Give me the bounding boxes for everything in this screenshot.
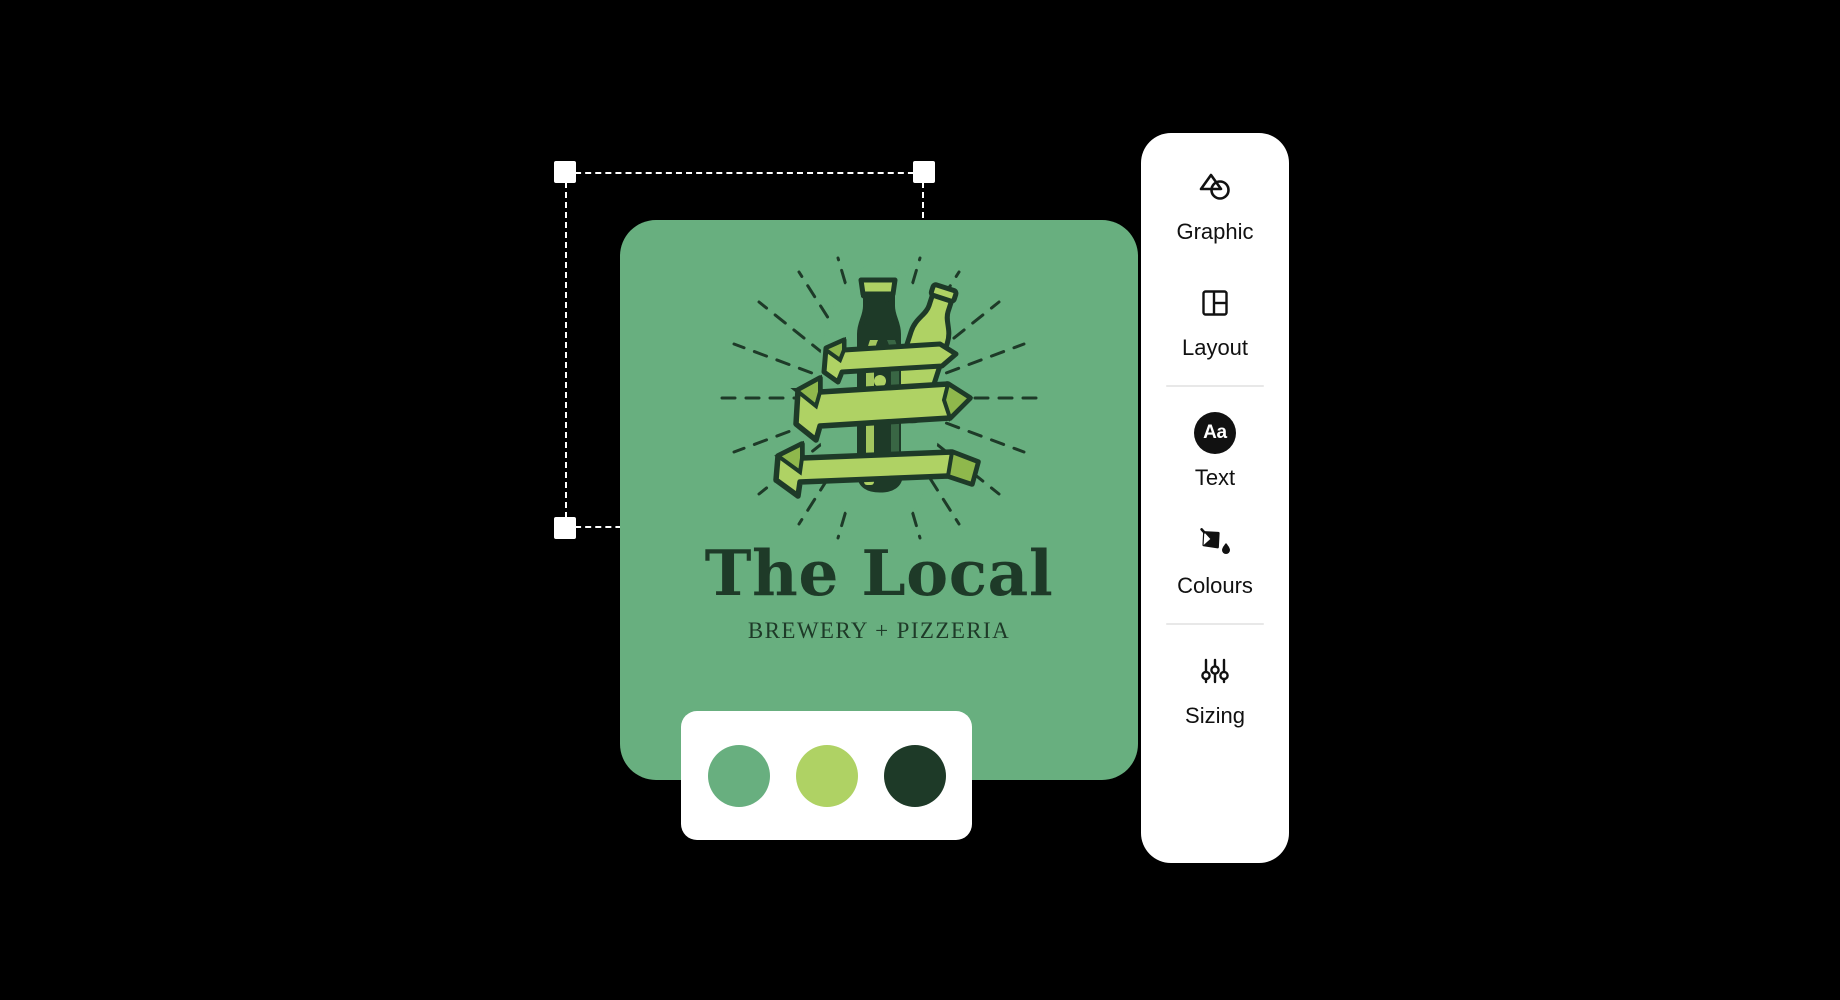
logo-subtitle: BREWERY + PIZZERIA [747, 618, 1011, 643]
text-aa-badge-label: Aa [1194, 412, 1236, 454]
tool-panel: Graphic Layout Aa Text Colours Sizing [1141, 133, 1289, 863]
text-aa-icon: Aa [1194, 412, 1236, 454]
tool-label-colours: Colours [1177, 573, 1253, 598]
logo-title: The Local [704, 536, 1054, 610]
swatch-green[interactable] [707, 744, 770, 807]
sliders-icon [1200, 651, 1230, 691]
logo-lockup: The Local BREWERY + PIZZERIA [620, 248, 1138, 642]
canvas: The Local BREWERY + PIZZERIA Graphic Lay… [0, 0, 1840, 1000]
selection-edge-top [565, 172, 924, 174]
logo-artboard[interactable]: The Local BREWERY + PIZZERIA [620, 220, 1138, 780]
resize-handle-top-left[interactable] [554, 161, 576, 183]
colour-swatch-panel[interactable] [681, 711, 972, 840]
layout-grid-icon [1201, 283, 1229, 323]
resize-handle-bottom-left[interactable] [554, 517, 576, 539]
tool-item-colours[interactable]: Colours [1141, 521, 1289, 597]
tool-item-text[interactable]: Aa Text [1141, 412, 1289, 490]
tool-panel-divider-2 [1166, 623, 1264, 625]
tool-panel-divider-1 [1166, 385, 1264, 387]
tool-label-layout: Layout [1181, 335, 1249, 360]
resize-handle-top-right[interactable] [913, 161, 935, 183]
paint-bucket-icon [1199, 521, 1231, 561]
tool-item-layout[interactable]: Layout [1141, 283, 1289, 359]
swatch-dark-green[interactable] [883, 744, 946, 807]
tool-label-sizing: Sizing [1185, 703, 1245, 728]
tool-item-graphic[interactable]: Graphic [1141, 167, 1289, 243]
selection-edge-left [565, 172, 567, 528]
tool-label-text: Text [1194, 465, 1236, 490]
beer-bottle-with-ribbon-icon [720, 256, 1038, 540]
tool-item-sizing[interactable]: Sizing [1141, 651, 1289, 727]
graphic-shapes-icon [1198, 167, 1232, 207]
tool-label-graphic: Graphic [1176, 219, 1254, 244]
swatch-lime[interactable] [795, 744, 858, 807]
